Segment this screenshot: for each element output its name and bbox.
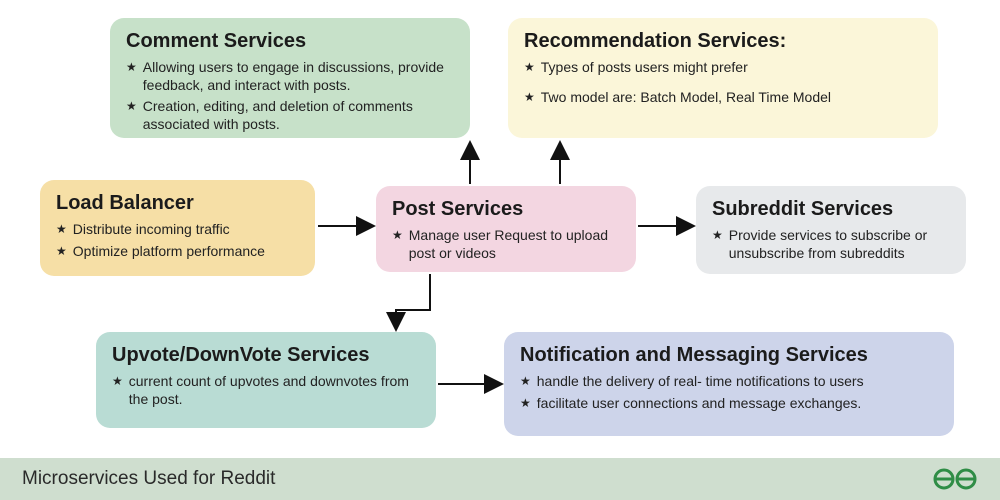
bullet: ★Optimize platform performance [56,243,299,261]
box-post-services: Post Services ★Manage user Request to up… [376,186,636,272]
bullet: ★Allowing users to engage in discussions… [126,59,454,94]
box-notification-messaging-services: Notification and Messaging Services ★han… [504,332,954,436]
box-title: Subreddit Services [712,198,950,221]
box-comment-services: Comment Services ★Allowing users to enga… [110,18,470,138]
geeksforgeeks-logo-icon [932,467,978,491]
bullet: ★Types of posts users might prefer [524,59,922,77]
bullet: ★current count of upvotes and downvotes … [112,373,420,408]
box-title: Post Services [392,198,620,221]
box-title: Load Balancer [56,192,299,215]
bullet: ★facilitate user connections and message… [520,395,938,413]
bullet: ★Two model are: Batch Model, Real Time M… [524,89,922,107]
box-title: Comment Services [126,30,454,53]
box-load-balancer: Load Balancer ★Distribute incoming traff… [40,180,315,276]
bullet: ★Creation, editing, and deletion of comm… [126,98,454,133]
box-upvote-downvote-services: Upvote/DownVote Services ★current count … [96,332,436,428]
bullet: ★Provide services to subscribe or unsubs… [712,227,950,262]
box-title: Upvote/DownVote Services [112,344,420,367]
box-recommendation-services: Recommendation Services: ★Types of posts… [508,18,938,138]
box-subreddit-services: Subreddit Services ★Provide services to … [696,186,966,274]
diagram-stage: Comment Services ★Allowing users to enga… [0,0,1000,500]
bullet: ★handle the delivery of real- time notif… [520,373,938,391]
box-title: Recommendation Services: [524,30,922,53]
footer-title: Microservices Used for Reddit [22,468,275,490]
bullet: ★Distribute incoming traffic [56,221,299,239]
bullet: ★Manage user Request to upload post or v… [392,227,620,262]
footer-bar: Microservices Used for Reddit [0,458,1000,500]
box-title: Notification and Messaging Services [520,344,938,367]
